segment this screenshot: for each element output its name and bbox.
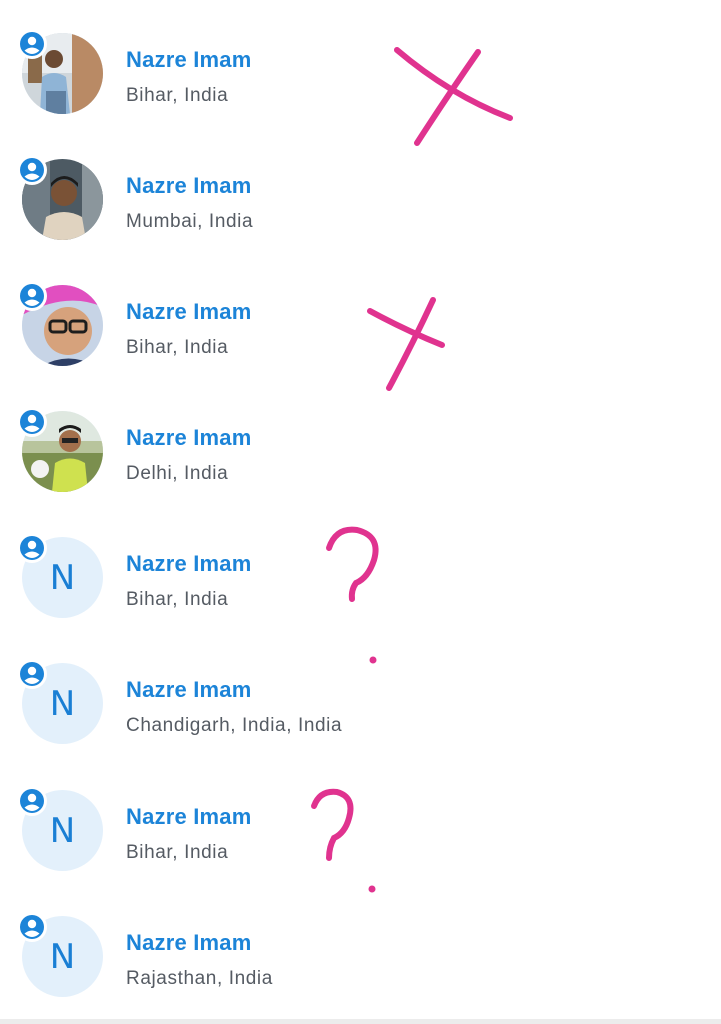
contact-location: Delhi, India [126, 463, 229, 484]
contact-row[interactable]: Nazre Imam Mumbai, India [0, 126, 721, 252]
contact-location: Bihar, India [126, 85, 229, 106]
contact-location: Mumbai, India [126, 211, 254, 232]
account-circle-icon [17, 659, 47, 689]
contact-row[interactable]: Nazre Imam Delhi, India [0, 378, 721, 504]
contact-name: Nazre Imam [126, 299, 252, 324]
contact-name: Nazre Imam [126, 930, 252, 955]
account-circle-icon [17, 29, 47, 59]
contact-list: Nazre Imam Bihar, India Nazre Imam Mumba… [0, 0, 721, 1019]
account-circle-icon [17, 912, 47, 942]
account-circle-icon [17, 155, 47, 185]
account-circle-icon [17, 407, 47, 437]
contact-row[interactable]: N Nazre Imam Chandigarh, India, India [0, 630, 721, 756]
contact-row[interactable]: N Nazre Imam Rajasthan, India [0, 883, 721, 1009]
contact-row[interactable]: N Nazre Imam Bihar, India [0, 504, 721, 630]
contact-name: Nazre Imam [126, 173, 252, 198]
contact-location: Rajasthan, India [126, 968, 273, 989]
contact-name: Nazre Imam [126, 677, 252, 702]
account-circle-icon [17, 533, 47, 563]
contact-row[interactable]: Nazre Imam Bihar, India [0, 252, 721, 378]
contact-row[interactable]: Nazre Imam Bihar, India [0, 0, 721, 126]
contact-location: Bihar, India [126, 337, 229, 358]
contact-location: Bihar, India [126, 589, 229, 610]
contact-name: Nazre Imam [126, 47, 252, 72]
contact-name: Nazre Imam [126, 551, 252, 576]
bottom-divider [0, 1019, 721, 1024]
contact-location: Chandigarh, India, India [126, 715, 343, 736]
contact-name: Nazre Imam [126, 804, 252, 829]
contact-name: Nazre Imam [126, 425, 252, 450]
contact-location: Bihar, India [126, 842, 229, 863]
contact-row[interactable]: N Nazre Imam Bihar, India [0, 757, 721, 883]
account-circle-icon [17, 281, 47, 311]
account-circle-icon [17, 786, 47, 816]
